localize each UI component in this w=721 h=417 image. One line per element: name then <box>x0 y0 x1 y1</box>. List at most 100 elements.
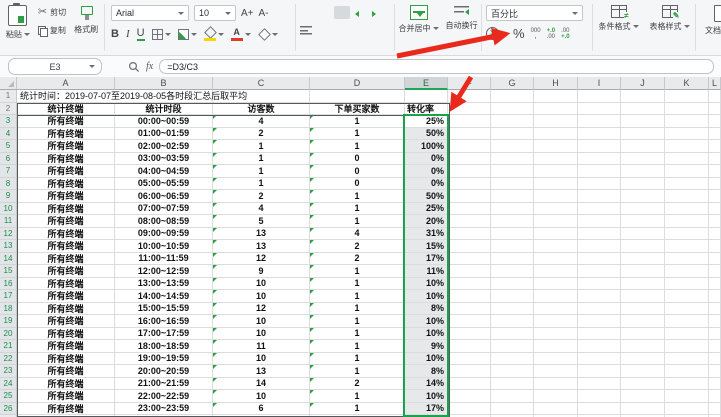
row-header-19[interactable]: 19 <box>0 315 17 328</box>
cell-G12[interactable] <box>491 228 534 241</box>
row-header-23[interactable]: 23 <box>0 365 17 378</box>
cell-A4[interactable]: 所有终端 <box>17 128 115 141</box>
cell-A2[interactable]: 统计终端 <box>17 103 115 116</box>
cell-G24[interactable] <box>491 378 534 391</box>
cell-D23[interactable]: 1 <box>310 365 405 378</box>
align-bottom-button[interactable] <box>334 6 350 19</box>
row-header-14[interactable]: 14 <box>0 253 17 266</box>
cell-K22[interactable] <box>665 353 709 366</box>
cell-D26[interactable]: 1 <box>310 403 405 416</box>
cell-H24[interactable] <box>534 378 578 391</box>
percent-format-button[interactable]: % <box>513 26 525 41</box>
cell-I23[interactable] <box>578 365 621 378</box>
cell-J22[interactable] <box>621 353 665 366</box>
cell-E2[interactable]: 转化率 <box>405 103 448 116</box>
cell-L24[interactable] <box>709 378 721 391</box>
cell-C26[interactable]: 6 <box>213 403 310 416</box>
cell-F8[interactable] <box>448 178 491 191</box>
row-header-15[interactable]: 15 <box>0 265 17 278</box>
cell-A7[interactable]: 所有终端 <box>17 165 115 178</box>
cell-E1[interactable] <box>405 90 448 103</box>
cell-E7[interactable]: 0% <box>405 165 448 178</box>
cell-E20[interactable]: 10% <box>405 328 448 341</box>
row-header-7[interactable]: 7 <box>0 165 17 178</box>
cell-B24[interactable]: 21:00~21:59 <box>115 378 213 391</box>
cell-D8[interactable]: 0 <box>310 178 405 191</box>
cell-C5[interactable]: 1 <box>213 140 310 153</box>
cell-J16[interactable] <box>621 278 665 291</box>
cell-A22[interactable]: 所有终端 <box>17 353 115 366</box>
cell-E16[interactable]: 10% <box>405 278 448 291</box>
cell-D3[interactable]: 1 <box>310 115 405 128</box>
cell-C7[interactable]: 1 <box>213 165 310 178</box>
cell-H21[interactable] <box>534 340 578 353</box>
cell-D17[interactable]: 1 <box>310 290 405 303</box>
cell-C20[interactable]: 10 <box>213 328 310 341</box>
cell-H16[interactable] <box>534 278 578 291</box>
fill-color-button[interactable] <box>204 28 224 41</box>
cell-G20[interactable] <box>491 328 534 341</box>
cell-F7[interactable] <box>448 165 491 178</box>
row-header-4[interactable]: 4 <box>0 128 17 141</box>
cell-L20[interactable] <box>709 328 721 341</box>
underline-button[interactable]: U <box>137 27 145 41</box>
cell-D2[interactable]: 下单买家数 <box>310 103 405 116</box>
font-color-button[interactable]: A <box>231 28 251 41</box>
cell-L5[interactable] <box>709 140 721 153</box>
cell-K13[interactable] <box>665 240 709 253</box>
cell-A17[interactable]: 所有终端 <box>17 290 115 303</box>
cell-A1[interactable]: 统计时间：2019-07-07至2019-08-05各时段汇总后取平均 <box>17 90 115 103</box>
row-header-1[interactable]: 1 <box>0 90 17 103</box>
cell-J4[interactable] <box>621 128 665 141</box>
cell-H9[interactable] <box>534 190 578 203</box>
row-header-9[interactable]: 9 <box>0 190 17 203</box>
currency-format-button[interactable]: ¥ <box>486 27 507 40</box>
paste-button[interactable]: 粘贴 <box>3 3 33 42</box>
row-header-17[interactable]: 17 <box>0 290 17 303</box>
cell-B3[interactable]: 00:00~00:59 <box>115 115 213 128</box>
cell-J12[interactable] <box>621 228 665 241</box>
cell-B9[interactable]: 06:00~06:59 <box>115 190 213 203</box>
cell-I16[interactable] <box>578 278 621 291</box>
cell-K1[interactable] <box>665 90 709 103</box>
cell-I25[interactable] <box>578 390 621 403</box>
column-header-J[interactable]: J <box>621 77 665 90</box>
cell-K26[interactable] <box>665 403 709 416</box>
cell-K17[interactable] <box>665 290 709 303</box>
cell-G18[interactable] <box>491 303 534 316</box>
cell-C21[interactable]: 11 <box>213 340 310 353</box>
column-header-C[interactable]: C <box>213 77 310 90</box>
cell-E14[interactable]: 17% <box>405 253 448 266</box>
cell-F4[interactable] <box>448 128 491 141</box>
cell-J1[interactable] <box>621 90 665 103</box>
cell-H8[interactable] <box>534 178 578 191</box>
cell-E26[interactable]: 17% <box>405 403 448 416</box>
cell-A26[interactable]: 所有终端 <box>17 403 115 416</box>
cell-J14[interactable] <box>621 253 665 266</box>
borders-button[interactable] <box>152 29 171 40</box>
row-header-21[interactable]: 21 <box>0 340 17 353</box>
align-middle-button[interactable] <box>317 8 329 18</box>
row-header-10[interactable]: 10 <box>0 203 17 216</box>
cell-F11[interactable] <box>448 215 491 228</box>
cell-K15[interactable] <box>665 265 709 278</box>
cell-H19[interactable] <box>534 315 578 328</box>
cell-K2[interactable] <box>665 103 709 116</box>
cell-G14[interactable] <box>491 253 534 266</box>
cell-K10[interactable] <box>665 203 709 216</box>
cell-L10[interactable] <box>709 203 721 216</box>
number-format-select[interactable]: 百分比 <box>486 5 583 21</box>
increase-font-button[interactable]: A+ <box>241 8 254 19</box>
increase-indent-button[interactable] <box>372 8 384 18</box>
cell-J19[interactable] <box>621 315 665 328</box>
cell-K24[interactable] <box>665 378 709 391</box>
decrease-font-button[interactable]: A- <box>259 8 269 19</box>
cell-E17[interactable]: 10% <box>405 290 448 303</box>
cell-J8[interactable] <box>621 178 665 191</box>
cell-F2[interactable] <box>448 103 491 116</box>
row-header-3[interactable]: 3 <box>0 115 17 128</box>
cell-C23[interactable]: 13 <box>213 365 310 378</box>
cell-H1[interactable] <box>534 90 578 103</box>
cell-shading-button[interactable] <box>178 29 197 40</box>
column-header-G[interactable]: G <box>491 77 534 90</box>
